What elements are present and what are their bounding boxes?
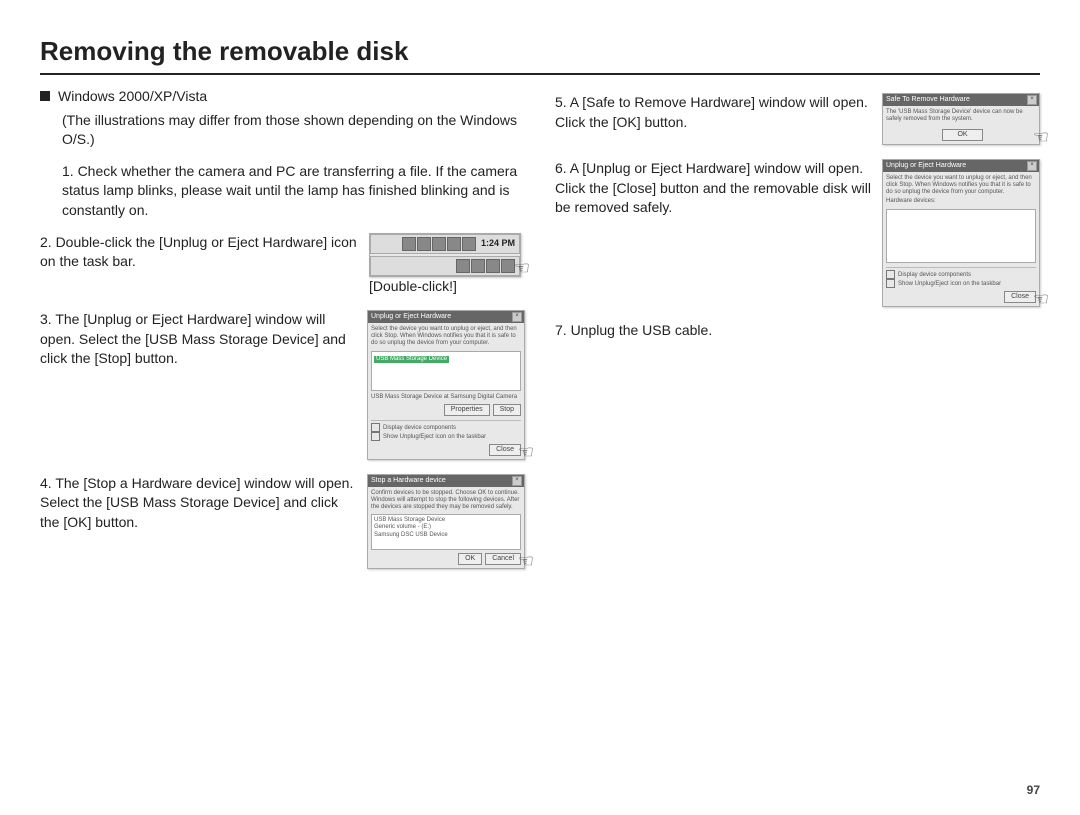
- checkbox-label: Display device components: [898, 272, 971, 278]
- dialog-title: Unplug or Eject Hardware: [883, 160, 1039, 172]
- checkbox[interactable]: [886, 270, 895, 279]
- dialog-instructions: Select the device you want to unplug or …: [886, 175, 1036, 197]
- step-3: 3. The [Unplug or Eject Hardware] window…: [40, 310, 357, 369]
- step-5: 5. A [Safe to Remove Hardware] window wi…: [555, 93, 872, 132]
- stop-button[interactable]: Stop: [493, 404, 521, 416]
- taskbar-clock: 1:24 PM: [481, 237, 515, 250]
- taskbar-mock: 1:24 PM ☜: [369, 233, 521, 277]
- dialog-title: Unplug or Eject Hardware: [368, 311, 524, 323]
- dialog-unplug-eject: Unplug or Eject Hardware × Select the de…: [367, 310, 525, 460]
- dialog-stop-hardware: Stop a Hardware device × Confirm devices…: [367, 474, 525, 569]
- close-icon[interactable]: ×: [1027, 161, 1037, 171]
- dialog-safe-remove: Safe To Remove Hardware × The 'USB Mass …: [882, 93, 1040, 145]
- close-icon[interactable]: ×: [512, 312, 522, 322]
- taskbar-caption: [Double-click!]: [369, 277, 525, 297]
- checkbox[interactable]: [371, 423, 380, 432]
- step-2: 2. Double-click the [Unplug or Eject Har…: [40, 233, 359, 272]
- cancel-button[interactable]: Cancel: [485, 553, 521, 565]
- step-7: 7. Unplug the USB cable.: [555, 321, 1040, 341]
- hardware-devices-label: Hardware devices:: [886, 198, 1036, 205]
- dialog-title: Stop a Hardware device: [368, 475, 524, 487]
- ok-button[interactable]: OK: [458, 553, 482, 565]
- checkbox[interactable]: [371, 432, 380, 441]
- tray-icon: [486, 259, 500, 273]
- ok-button[interactable]: OK: [942, 129, 982, 141]
- platform-label: Windows 2000/XP/Vista: [58, 87, 207, 107]
- step-1: 1. Check whether the camera and PC are t…: [62, 162, 525, 221]
- left-column: Windows 2000/XP/Vista (The illustrations…: [40, 87, 525, 583]
- tray-icon: [456, 259, 470, 273]
- page-number: 97: [1027, 783, 1040, 797]
- close-button[interactable]: Close: [489, 444, 521, 456]
- close-icon[interactable]: ×: [1027, 95, 1037, 105]
- bullet-icon: [40, 91, 50, 101]
- tray-icon: [417, 237, 431, 251]
- step-4: 4. The [Stop a Hardware device] window w…: [40, 474, 357, 533]
- checkbox[interactable]: [886, 279, 895, 288]
- close-icon[interactable]: ×: [512, 476, 522, 486]
- page-title: Removing the removable disk: [40, 36, 1040, 75]
- properties-button[interactable]: Properties: [444, 404, 490, 416]
- dialog-title: Safe To Remove Hardware: [883, 94, 1039, 106]
- device-item[interactable]: USB Mass Storage Device: [374, 517, 518, 524]
- platform-note: (The illustrations may differ from those…: [62, 111, 525, 150]
- right-column: 5. A [Safe to Remove Hardware] window wi…: [555, 87, 1040, 583]
- tray-icon: [501, 259, 515, 273]
- tray-icon: [432, 237, 446, 251]
- device-item[interactable]: Samsung DSC USB Device: [374, 532, 518, 539]
- checkbox-label: Show Unplug/Eject icon on the taskbar: [383, 434, 486, 440]
- step-6: 6. A [Unplug or Eject Hardware] window w…: [555, 159, 872, 218]
- tray-icon: [471, 259, 485, 273]
- device-list-item[interactable]: USB Mass Storage Device: [374, 356, 449, 363]
- dialog-footer-text: USB Mass Storage Device at Samsung Digit…: [371, 394, 521, 401]
- tray-icon: [402, 237, 416, 251]
- tray-icon: [462, 237, 476, 251]
- tray-icon: [447, 237, 461, 251]
- checkbox-label: Display device components: [383, 425, 456, 431]
- dialog-instructions: Select the device you want to unplug or …: [371, 326, 521, 348]
- dialog-message: The 'USB Mass Storage Device' device can…: [886, 109, 1036, 123]
- checkbox-label: Show Unplug/Eject icon on the taskbar: [898, 281, 1001, 287]
- dialog-unplug-eject-final: Unplug or Eject Hardware × Select the de…: [882, 159, 1040, 307]
- close-button[interactable]: Close: [1004, 291, 1036, 303]
- dialog-instructions: Confirm devices to be stopped. Choose OK…: [371, 490, 521, 512]
- device-item[interactable]: Generic volume - (E:): [374, 524, 518, 531]
